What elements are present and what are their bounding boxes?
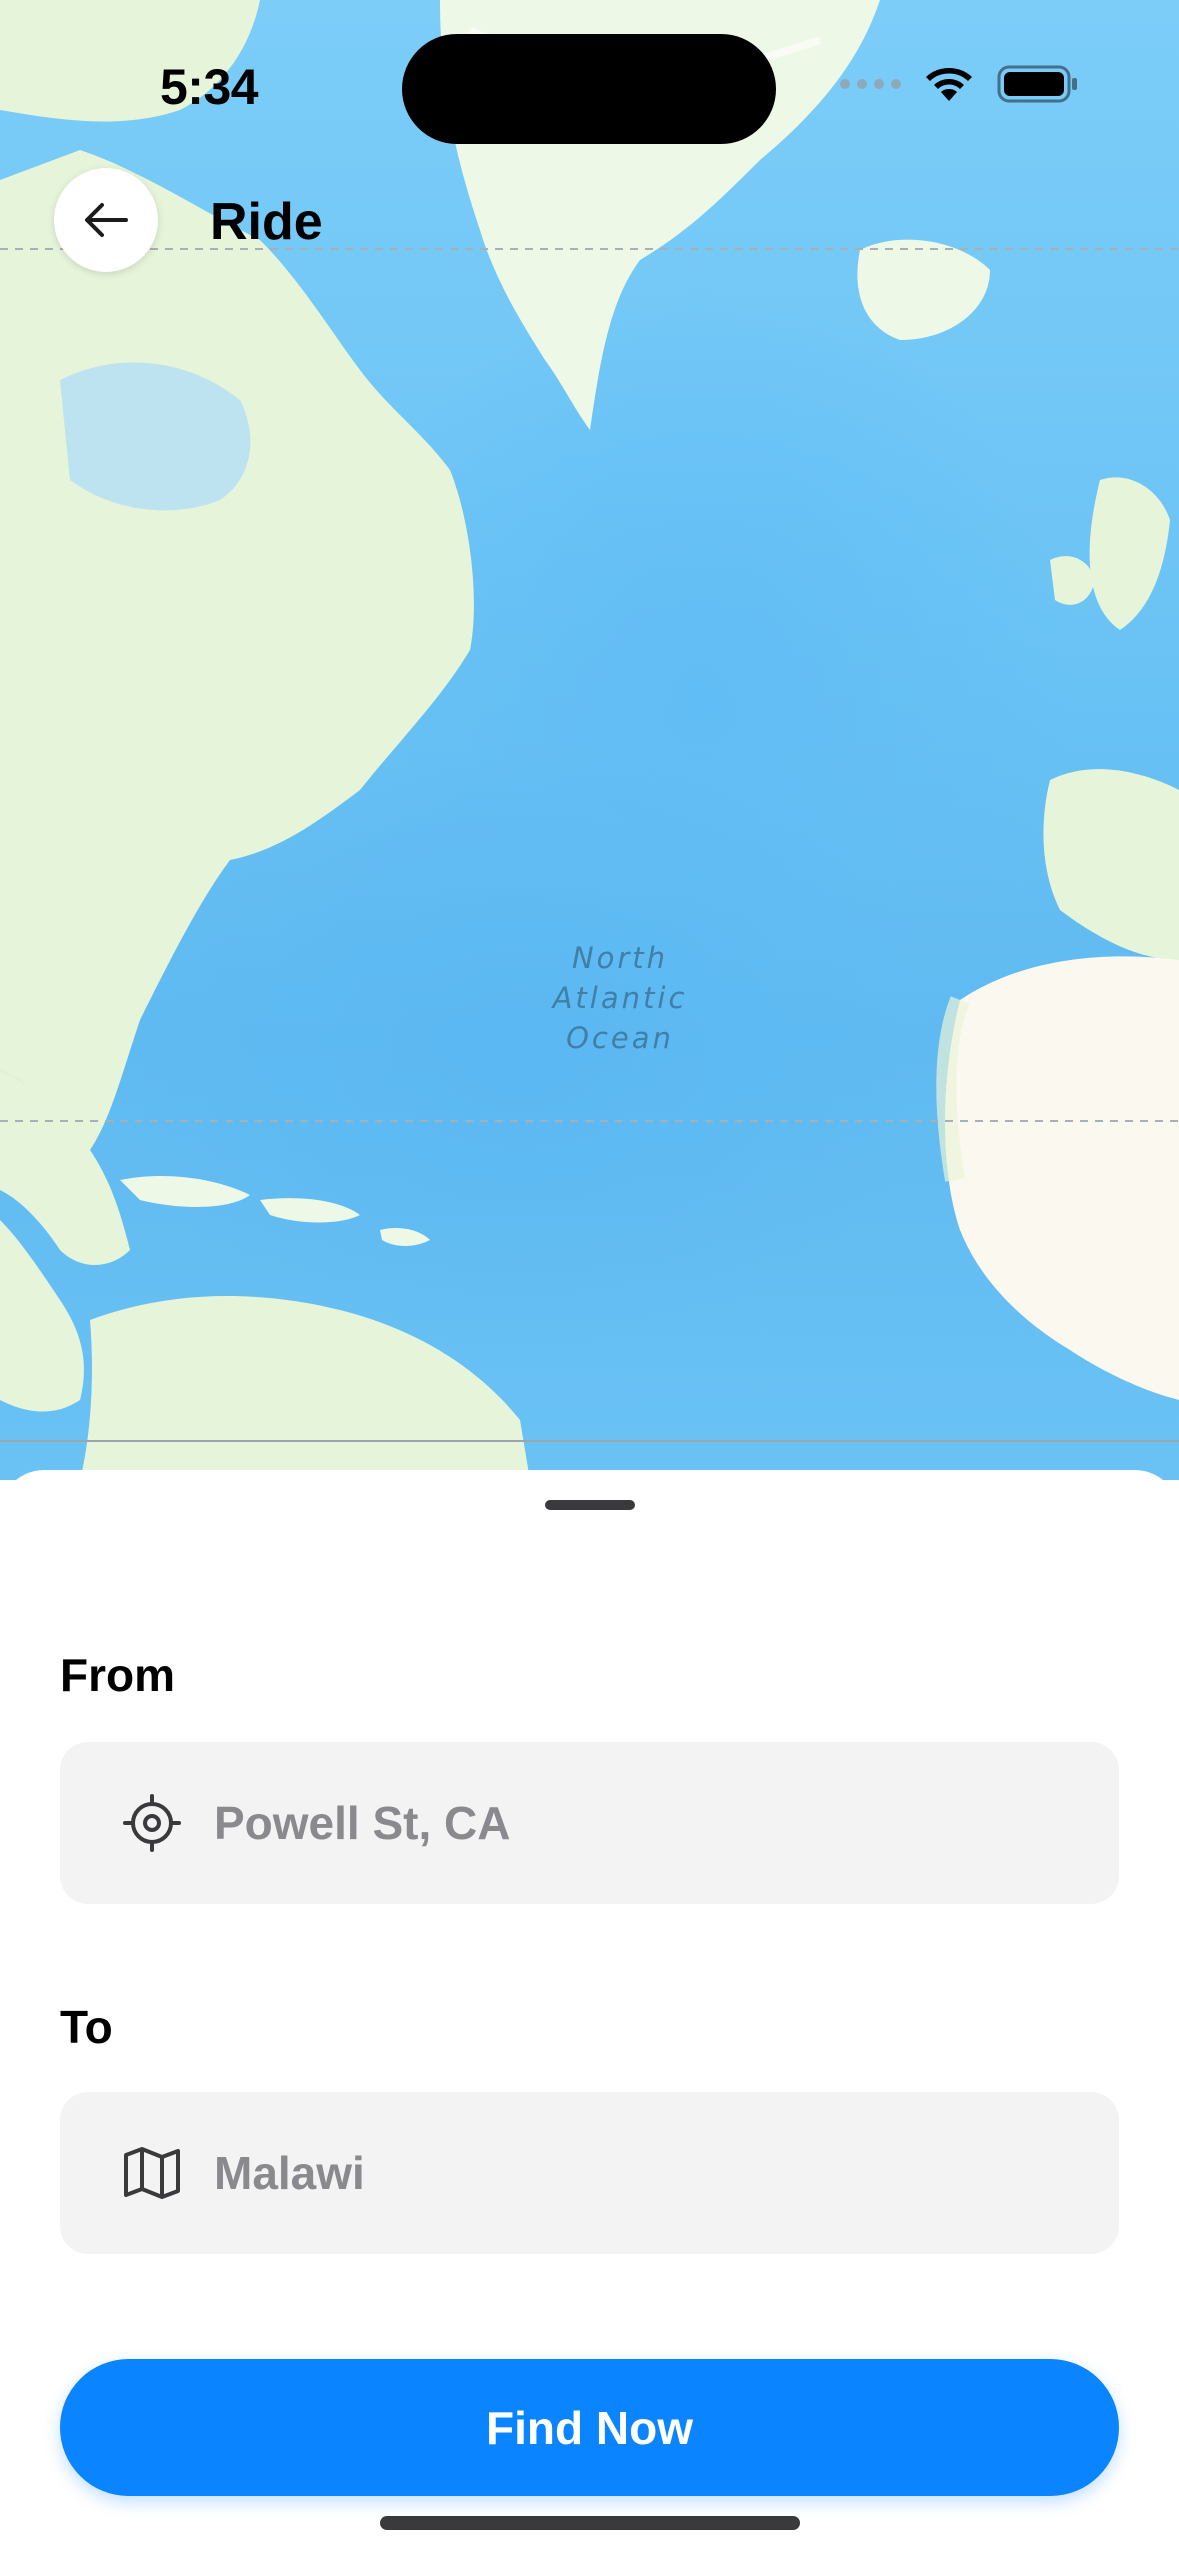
wifi-icon — [926, 68, 972, 101]
ocean-label-line: Atlantic — [552, 981, 688, 1015]
cellular-signal-icon — [840, 79, 901, 89]
to-label: To — [60, 2001, 113, 2053]
find-now-button[interactable]: Find Now — [60, 2359, 1119, 2496]
bottom-sheet: From Powell St, CA To Malawi Find Now — [0, 1470, 1179, 2556]
page-title: Ride — [210, 193, 323, 251]
ocean-label-line: North — [571, 941, 669, 975]
sheet-grabber[interactable] — [545, 1500, 635, 1510]
back-button[interactable] — [54, 168, 158, 272]
map-view[interactable]: North Atlantic Ocean — [0, 0, 1179, 1480]
ocean-label: North Atlantic Ocean — [520, 938, 720, 1058]
status-icons — [840, 64, 1079, 104]
back-arrow-icon — [85, 203, 128, 237]
home-indicator — [380, 2516, 800, 2530]
from-field[interactable]: Powell St, CA — [60, 1742, 1119, 1904]
map-landmasses — [0, 0, 1179, 1480]
from-value: Powell St, CA — [214, 1797, 511, 1849]
from-label: From — [60, 1649, 175, 1701]
to-field[interactable]: Malawi — [60, 2092, 1119, 2254]
to-value: Malawi — [214, 2147, 365, 2199]
ocean-label-line: Ocean — [566, 1021, 674, 1055]
map-icon — [120, 2141, 184, 2205]
battery-icon — [997, 65, 1077, 103]
location-crosshair-icon — [120, 1791, 184, 1855]
status-time: 5:34 — [160, 59, 259, 115]
dynamic-island — [402, 34, 776, 144]
